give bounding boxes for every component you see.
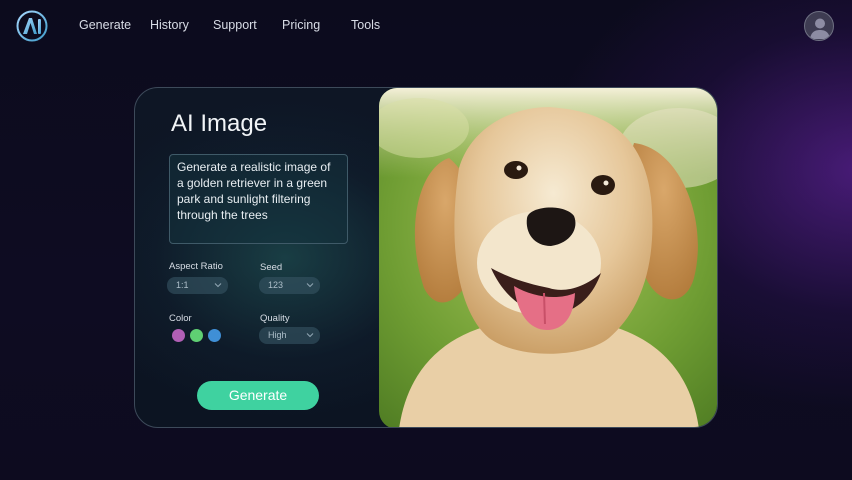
seed-label: Seed bbox=[260, 262, 283, 273]
generator-card: AI Image Generate a realistic image of a… bbox=[134, 87, 718, 428]
logo-icon[interactable] bbox=[16, 10, 48, 42]
seed-value: 123 bbox=[268, 280, 284, 290]
generate-button[interactable]: Generate bbox=[197, 381, 319, 410]
aspect-ratio-select[interactable]: 1:1 bbox=[167, 277, 228, 294]
color-swatch-green[interactable] bbox=[190, 329, 203, 342]
nav-pricing[interactable]: Pricing bbox=[282, 18, 320, 32]
generated-image bbox=[379, 88, 717, 427]
chevron-down-icon bbox=[306, 283, 314, 288]
aspect-ratio-value: 1:1 bbox=[176, 280, 189, 290]
color-swatch-purple[interactable] bbox=[172, 329, 185, 342]
nav-support[interactable]: Support bbox=[213, 18, 257, 32]
prompt-input[interactable]: Generate a realistic image of a golden r… bbox=[169, 154, 348, 244]
quality-value: High bbox=[268, 330, 287, 340]
chevron-down-icon bbox=[306, 333, 314, 338]
seed-select[interactable]: 123 bbox=[259, 277, 320, 294]
quality-label: Quality bbox=[260, 313, 290, 324]
chevron-down-icon bbox=[214, 283, 222, 288]
color-swatch-blue[interactable] bbox=[208, 329, 221, 342]
aspect-ratio-label: Aspect Ratio bbox=[169, 261, 223, 272]
quality-select[interactable]: High bbox=[259, 327, 320, 344]
nav-history[interactable]: History bbox=[150, 18, 189, 32]
nav-generate[interactable]: Generate bbox=[79, 18, 131, 32]
page-title: AI Image bbox=[171, 110, 268, 137]
nav-tools[interactable]: Tools bbox=[351, 18, 380, 32]
user-avatar-icon[interactable] bbox=[804, 11, 834, 41]
color-label: Color bbox=[169, 313, 192, 324]
